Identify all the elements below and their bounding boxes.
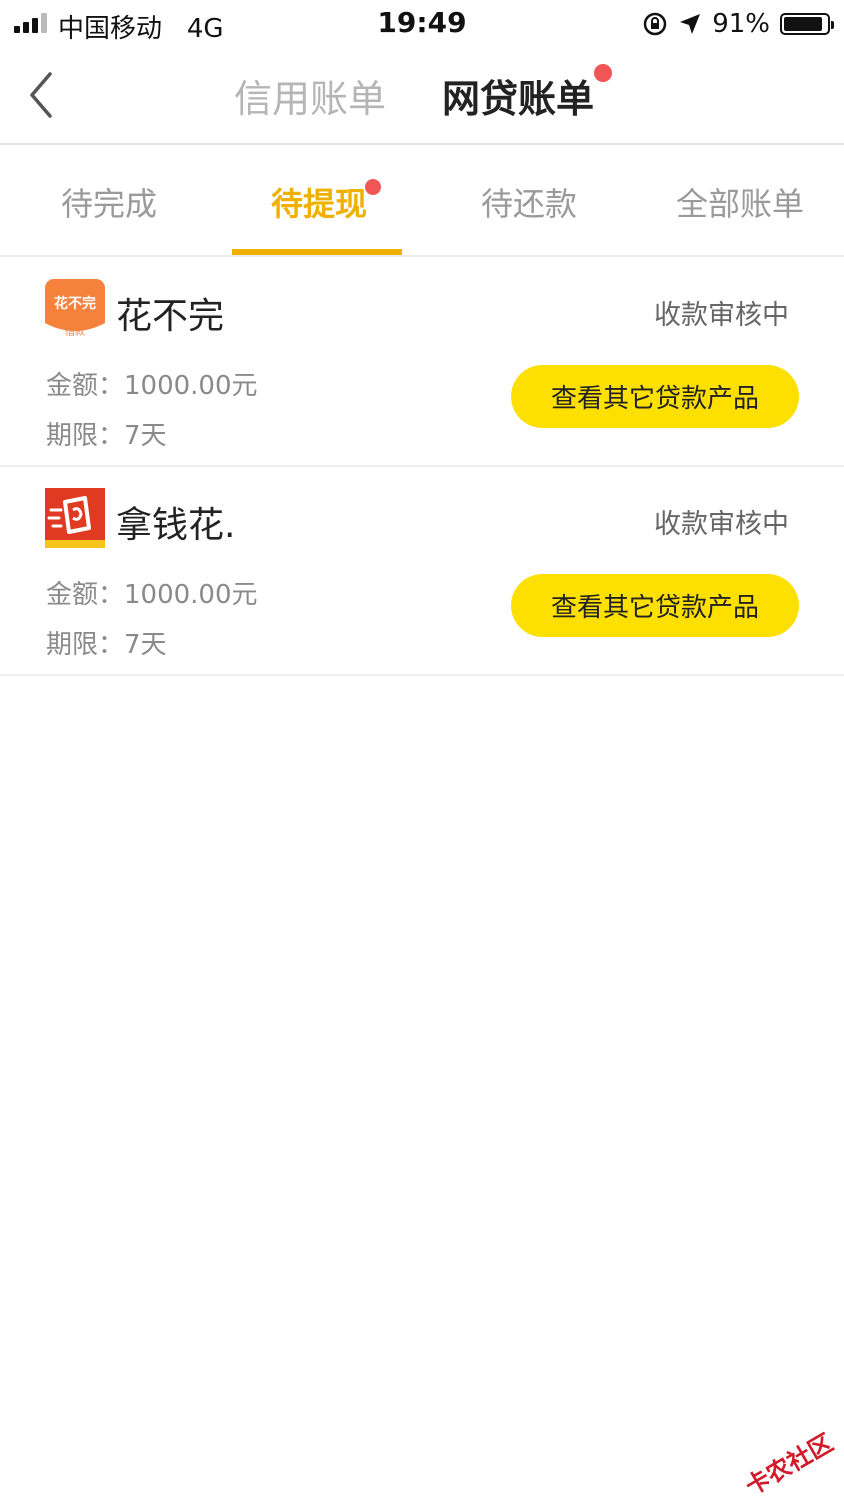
period-text: 期限：7天 <box>46 630 167 660</box>
product-name: 拿钱花. <box>116 505 236 546</box>
tab-pending-complete[interactable]: 待完成 <box>61 179 157 225</box>
battery-level <box>784 17 822 31</box>
huabuwan-logo-icon: 花不完 借款 <box>45 279 105 338</box>
tab-online-loan-bill[interactable]: 网贷账单 <box>442 68 594 123</box>
loan-card[interactable]: 拿钱花. 收款审核中 金额：1000.00元 期限：7天 查看其它贷款产品 <box>0 466 844 676</box>
view-other-loans-button[interactable]: 查看其它贷款产品 <box>511 365 799 428</box>
notification-dot <box>365 179 381 195</box>
svg-text:花不完: 花不完 <box>54 295 96 312</box>
nav-bar: 信用账单 网贷账单 <box>0 48 844 145</box>
amount-text: 金额：1000.00元 <box>46 371 258 401</box>
status-label: 收款审核中 <box>654 300 789 331</box>
view-other-loans-button[interactable]: 查看其它贷款产品 <box>511 574 799 637</box>
svg-text:借款: 借款 <box>65 325 85 338</box>
product-name: 花不完 <box>116 296 225 337</box>
amount-text: 金额：1000.00元 <box>46 580 258 610</box>
status-tabs: 待完成 待提现 待还款 全部账单 <box>0 145 844 257</box>
battery-icon <box>780 13 834 35</box>
battery-percent: 91% <box>712 9 770 39</box>
active-tab-indicator <box>232 249 402 255</box>
tab-credit-bill[interactable]: 信用账单 <box>234 68 386 123</box>
tab-all-bills[interactable]: 全部账单 <box>676 179 804 225</box>
tab-pending-repay[interactable]: 待还款 <box>481 179 577 225</box>
period-text: 期限：7天 <box>46 421 167 451</box>
back-chevron-icon[interactable] <box>24 70 60 120</box>
status-bar: 中国移动 4G 19:49 91% <box>0 0 844 48</box>
notification-dot <box>594 64 612 82</box>
tab-pending-withdraw[interactable]: 待提现 <box>271 179 367 225</box>
loan-card[interactable]: 花不完 借款 花不完 收款审核中 金额：1000.00元 期限：7天 查看其它贷… <box>0 257 844 467</box>
location-arrow-icon <box>680 14 701 34</box>
watermark-logo: 卡农社区 <box>740 1428 838 1501</box>
naqianhua-logo-icon <box>45 488 105 548</box>
status-label: 收款审核中 <box>654 509 789 540</box>
orientation-lock-icon <box>643 12 667 36</box>
